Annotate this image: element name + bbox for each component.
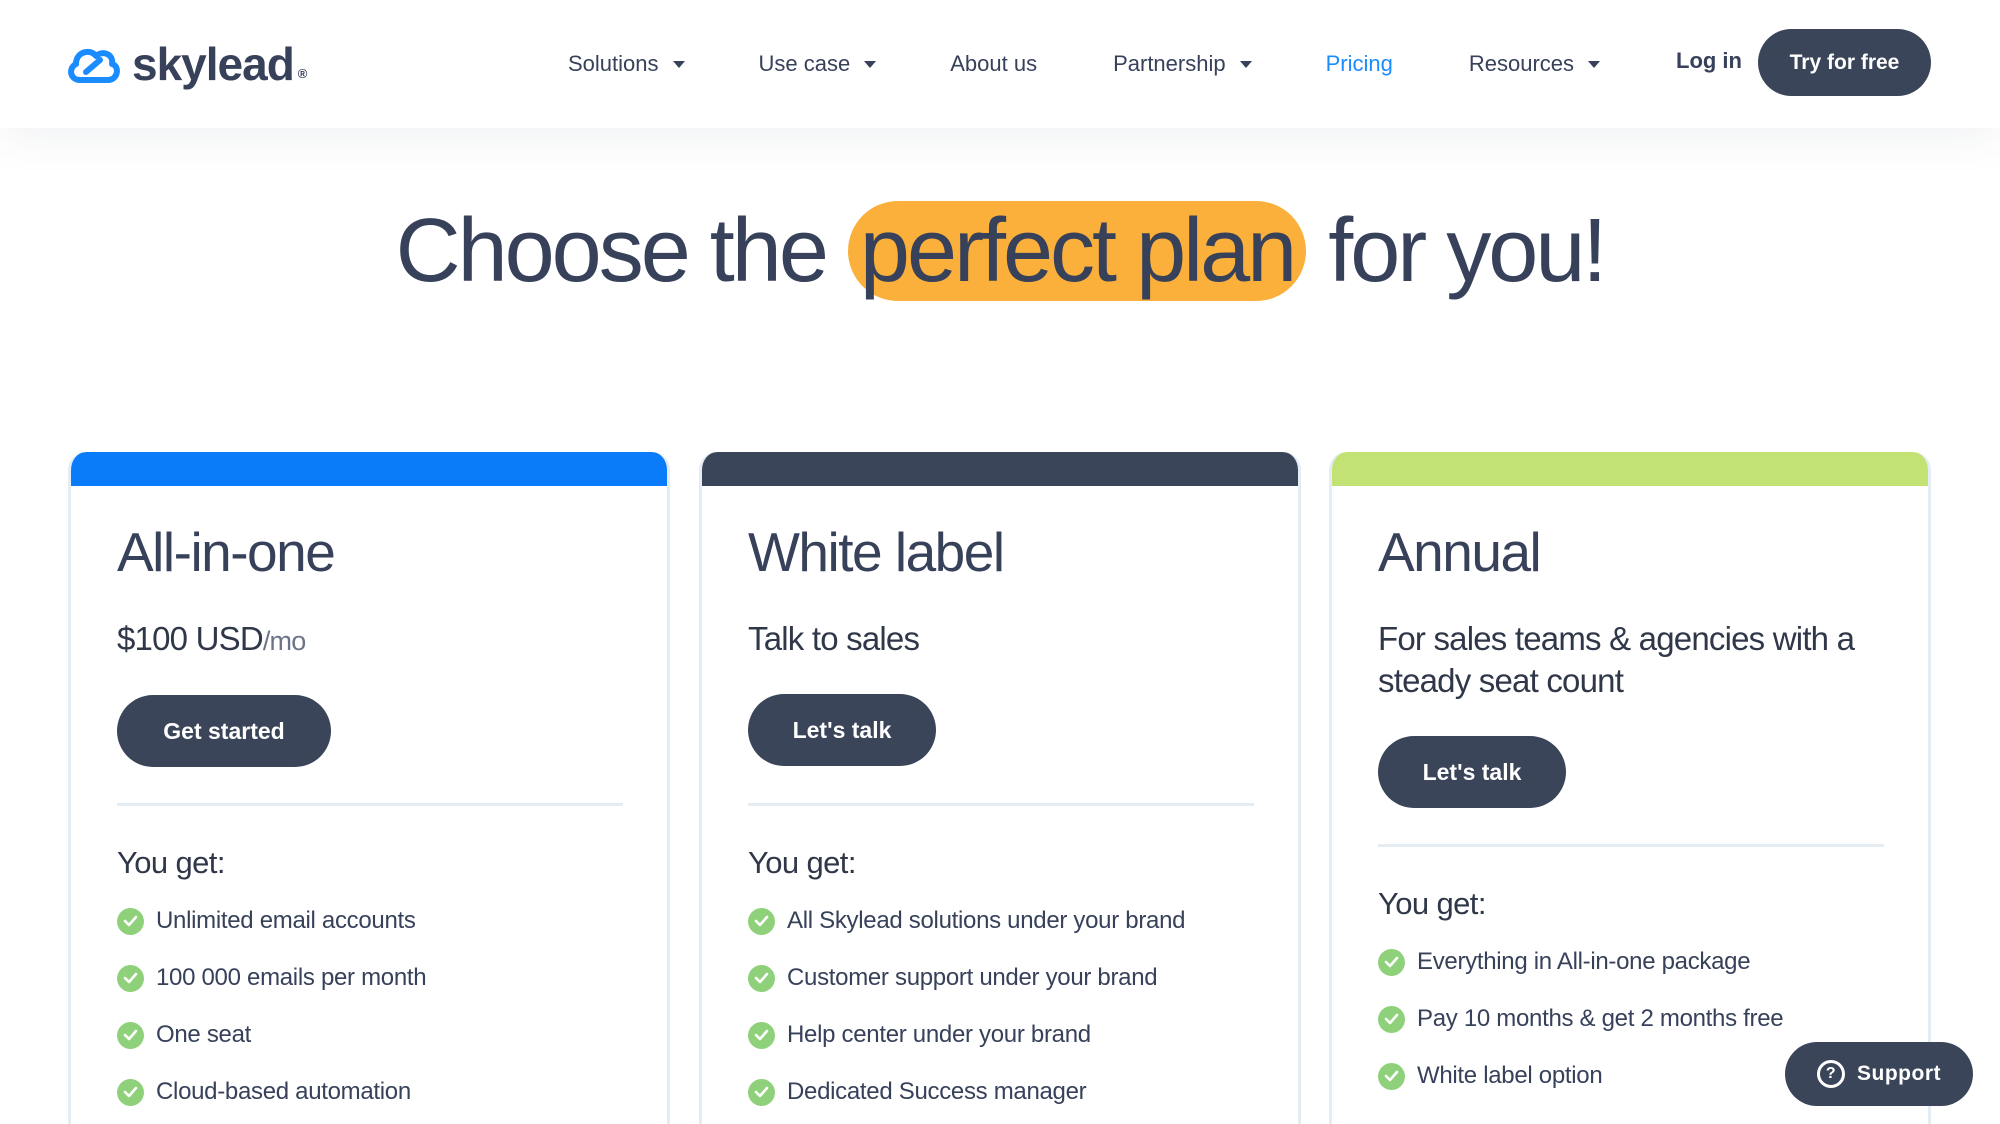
site-header: skylead ® Solutions Use case About us Pa… (0, 0, 2000, 128)
you-get-heading: You get: (117, 845, 225, 880)
skylead-cloud-logo-icon (68, 48, 120, 83)
lets-talk-button[interactable]: Let's talk (1378, 736, 1566, 808)
nav-partnership[interactable]: Partnership (1113, 51, 1252, 77)
nav-use-case[interactable]: Use case (759, 51, 877, 77)
login-link[interactable]: Log in (1676, 48, 1742, 74)
chevron-down-icon (1239, 60, 1252, 68)
check-circle-icon (117, 907, 144, 935)
check-circle-icon (748, 964, 775, 992)
plan-title: White label (748, 521, 1005, 583)
you-get-heading: You get: (1378, 886, 1486, 921)
feature-item: Help center under your brand (748, 1021, 1091, 1049)
page-title: Choose the perfect plan for you! (0, 196, 2000, 306)
feature-item: One seat (117, 1021, 251, 1049)
card-top-bar (702, 452, 1298, 486)
title-after: for you! (1328, 201, 1607, 301)
support-button[interactable]: ? Support (1785, 1042, 1973, 1106)
card-top-bar (1332, 452, 1928, 486)
nav-solutions[interactable]: Solutions (568, 51, 685, 77)
chevron-down-icon (864, 60, 877, 68)
divider (748, 803, 1254, 806)
plan-card-annual: Annual For sales teams & agencies with a… (1329, 452, 1931, 1124)
plan-title: All-in-one (117, 521, 336, 583)
nav-pricing[interactable]: Pricing (1326, 51, 1393, 77)
title-highlight: perfect plan (847, 201, 1307, 301)
logo-text: skylead (132, 38, 295, 90)
title-before: Choose the (395, 201, 829, 301)
check-circle-icon (748, 907, 775, 935)
feature-item: Unlimited email accounts (117, 907, 416, 935)
check-circle-icon (1378, 948, 1405, 976)
chevron-down-icon (1588, 60, 1600, 68)
check-circle-icon (748, 1078, 775, 1106)
check-circle-icon (1378, 1005, 1405, 1033)
divider (117, 803, 623, 806)
logo[interactable]: skylead ® (66, 34, 307, 94)
feature-item: Dedicated Success manager (748, 1078, 1087, 1106)
feature-item: 100 000 emails per month (117, 964, 427, 992)
plan-card-white-label: White label Talk to sales Let's talk You… (699, 452, 1301, 1124)
divider (1378, 844, 1884, 847)
feature-item: Cloud-based automation (117, 1078, 411, 1106)
plan-price: $100 USD/mo (117, 620, 306, 657)
registered-mark: ® (297, 65, 308, 81)
feature-item: Customer support under your brand (748, 964, 1158, 992)
nav-resources[interactable]: Resources (1469, 51, 1600, 77)
nav-about-us[interactable]: About us (950, 51, 1037, 77)
feature-item: Pay 10 months & get 2 months free (1378, 1005, 1784, 1033)
get-started-button[interactable]: Get started (117, 695, 331, 767)
card-top-bar (71, 452, 667, 486)
lets-talk-button[interactable]: Let's talk (748, 694, 936, 766)
chevron-down-icon (672, 60, 685, 68)
try-for-free-button[interactable]: Try for free (1758, 29, 1931, 96)
check-circle-icon (117, 1021, 144, 1049)
feature-item: White label option (1378, 1062, 1603, 1090)
plan-subtitle: For sales teams & agencies with a steady… (1378, 620, 1855, 699)
check-circle-icon (1378, 1062, 1405, 1090)
question-icon: ? (1817, 1060, 1845, 1088)
check-circle-icon (117, 964, 144, 992)
plan-subtitle: Talk to sales (748, 620, 920, 657)
feature-item: Everything in All-in-one package (1378, 948, 1751, 976)
main-nav: Solutions Use case About us Partnership … (568, 44, 1600, 84)
check-circle-icon (117, 1078, 144, 1106)
plan-card-all-in-one: All-in-one $100 USD/mo Get started You g… (68, 452, 670, 1124)
support-label: Support (1857, 1062, 1941, 1085)
feature-item: All Skylead solutions under your brand (748, 907, 1185, 935)
plan-title: Annual (1378, 521, 1542, 583)
check-circle-icon (748, 1021, 775, 1049)
you-get-heading: You get: (748, 845, 856, 880)
